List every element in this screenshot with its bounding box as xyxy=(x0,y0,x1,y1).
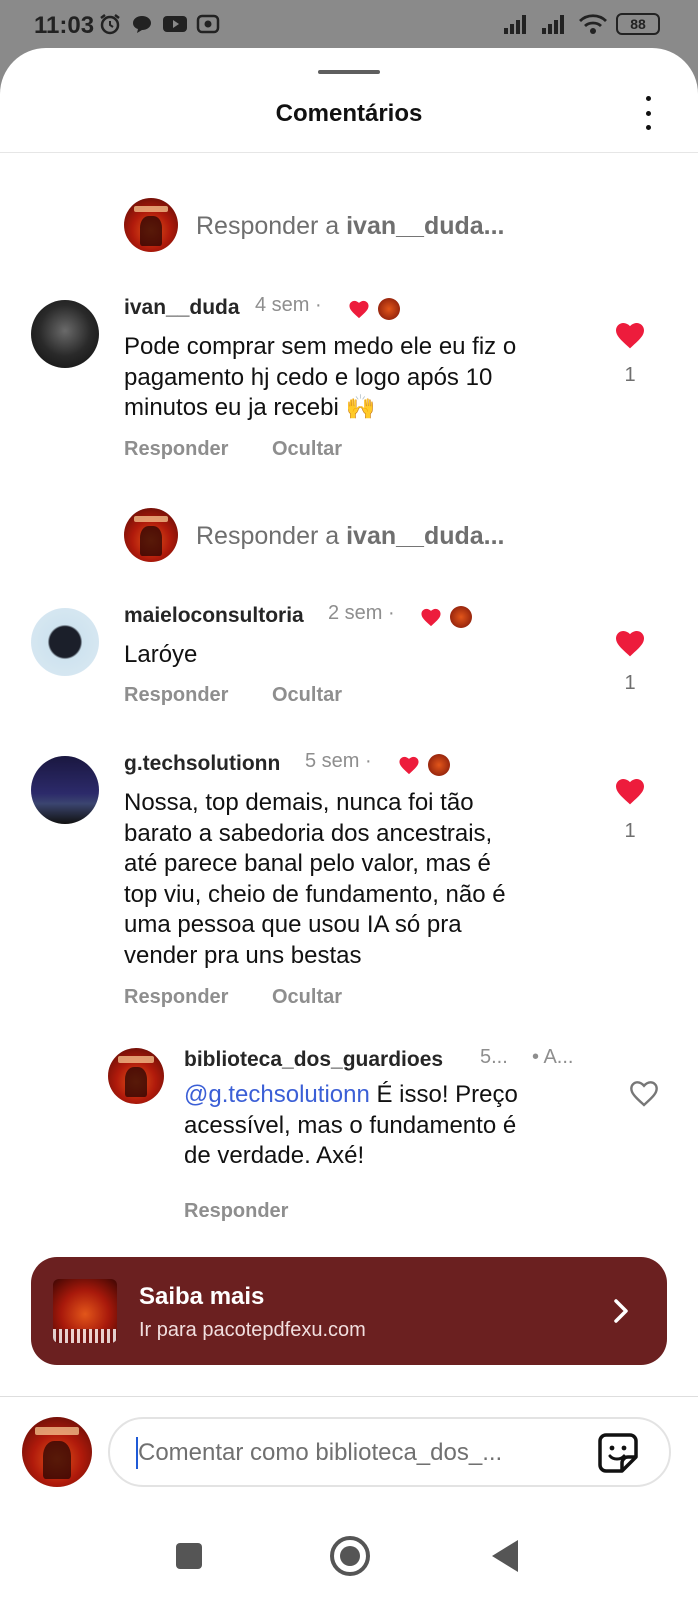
heart-outline-icon[interactable] xyxy=(628,1078,660,1108)
comment-username[interactable]: g.techsolutionn xyxy=(124,752,280,776)
chevron-right-icon xyxy=(614,1299,628,1323)
mention-link[interactable]: @g.techsolutionn xyxy=(184,1081,370,1108)
like-count: 1 xyxy=(624,820,636,842)
more-vertical-icon[interactable] xyxy=(636,96,660,130)
sticker-icon[interactable] xyxy=(596,1431,640,1475)
reply-prompt[interactable]: Responder a ivan__duda... xyxy=(196,212,505,241)
back-button[interactable] xyxy=(492,1540,518,1572)
comment-text-line: Laróye xyxy=(124,641,198,668)
comment-username[interactable]: ivan__duda xyxy=(124,296,240,320)
battery-icon: 88 xyxy=(616,13,660,35)
like-count: 1 xyxy=(624,672,636,694)
header-divider xyxy=(0,152,698,153)
heart-icon[interactable] xyxy=(614,320,646,350)
hide-button[interactable]: Ocultar xyxy=(272,438,342,461)
hide-button[interactable]: Ocultar xyxy=(272,684,342,707)
comment-text: Nossa, top demais, nunca foi tão barato … xyxy=(124,788,506,971)
comment-input[interactable]: Comentar como biblioteca_dos_... xyxy=(108,1417,671,1487)
comment-text: Laróye xyxy=(124,640,197,671)
promo-title: Saiba mais xyxy=(139,1283,265,1310)
reply-username[interactable]: biblioteca_dos_guardioes xyxy=(184,1048,443,1072)
drag-handle[interactable] xyxy=(318,70,380,74)
signal-icon xyxy=(504,15,526,34)
comments-sheet: Comentários Responder a ivan__duda... iv… xyxy=(0,48,698,1600)
reply-button[interactable]: Responder xyxy=(124,684,228,707)
reply-button[interactable]: Responder xyxy=(124,986,228,1009)
promo-thumbnail xyxy=(53,1279,117,1343)
radio-icon xyxy=(196,14,220,34)
comment-text-line: barato a sabedoria dos ancestrais, xyxy=(124,819,493,847)
reply-text-line: acessível, mas o fundamento é xyxy=(184,1111,517,1139)
reply-meta-tail: • A... xyxy=(532,1046,574,1068)
comment-text-line: uma pessoa que usou IA só pra xyxy=(124,911,462,938)
reply-button[interactable]: Responder xyxy=(124,438,228,461)
page-title: Comentários xyxy=(275,100,423,127)
author-liked-heart-icon xyxy=(399,756,419,775)
status-time: 11:03 xyxy=(34,12,95,39)
hide-button[interactable]: Ocultar xyxy=(272,986,342,1009)
author-avatar xyxy=(378,298,400,320)
reply-prompt[interactable]: Responder a ivan__duda... xyxy=(196,522,505,551)
comment-text: Pode comprar sem medo ele eu fiz o pagam… xyxy=(124,332,516,424)
wifi-icon xyxy=(579,14,607,34)
like-count: 1 xyxy=(624,364,636,386)
reply-text-line: de verdade. Axé! xyxy=(184,1142,365,1169)
comment-input-placeholder: Comentar como biblioteca_dos_... xyxy=(138,1439,503,1466)
comment-timestamp: 4 sem · xyxy=(255,294,322,316)
avatar[interactable] xyxy=(31,608,99,676)
reply-prompt-username: ivan__duda... xyxy=(346,522,505,550)
reply-prompt-label: Responder a xyxy=(196,212,347,240)
avatar xyxy=(124,508,178,562)
system-icons: 88 xyxy=(502,12,660,36)
promo-subtitle: Ir para pacotepdfexu.com xyxy=(139,1319,366,1341)
comment-timestamp: 2 sem · xyxy=(328,602,395,624)
heart-icon[interactable] xyxy=(614,628,646,658)
comment-text-line: Nossa, top demais, nunca foi tão xyxy=(124,789,474,816)
author-liked-heart-icon xyxy=(421,608,441,627)
promo-banner[interactable]: Saiba mais Ir para pacotepdfexu.com xyxy=(31,1257,667,1365)
composer-divider xyxy=(0,1396,698,1397)
avatar xyxy=(124,198,178,252)
avatar[interactable] xyxy=(31,300,99,368)
reply-prompt-username: ivan__duda... xyxy=(346,212,505,240)
author-liked-heart-icon xyxy=(349,300,369,319)
reply-timestamp: 5... xyxy=(480,1046,508,1068)
comment-text-line: vender pra uns bestas xyxy=(124,941,362,969)
youtube-icon xyxy=(163,16,187,32)
reply-text-first: É isso! Preço xyxy=(369,1081,518,1108)
author-avatar xyxy=(428,754,450,776)
reply-button[interactable]: Responder xyxy=(184,1200,288,1223)
home-button[interactable] xyxy=(330,1536,370,1576)
author-avatar xyxy=(450,606,472,628)
heart-icon[interactable] xyxy=(614,776,646,806)
avatar[interactable] xyxy=(108,1048,164,1104)
comment-username[interactable]: maieloconsultoria xyxy=(124,604,304,628)
alarm-icon xyxy=(100,14,120,35)
comment-text-line: minutos eu ja recebi 🙌 xyxy=(124,394,376,421)
reply-text-line: @g.techsolutionn É isso! Preço xyxy=(184,1080,518,1111)
avatar[interactable] xyxy=(31,756,99,824)
comment-text-line: pagamento hj cedo e logo após 10 xyxy=(124,363,493,391)
avatar xyxy=(22,1417,92,1487)
comment-text-line: até parece banal pelo valor, mas é xyxy=(124,850,491,877)
recent-apps-button[interactable] xyxy=(176,1543,202,1569)
signal-icon xyxy=(542,15,564,34)
comment-text-line: Pode comprar sem medo ele eu fiz o xyxy=(124,333,517,360)
chat-bubble-icon xyxy=(133,16,151,33)
comment-timestamp: 5 sem · xyxy=(305,750,372,772)
notification-icons xyxy=(98,12,220,36)
reply-prompt-label: Responder a xyxy=(196,522,347,550)
comment-text-line: top viu, cheio de fundamento, não é xyxy=(124,880,506,908)
status-bar: 11:03 88 xyxy=(0,0,698,50)
reply-text: @g.techsolutionn É isso! Preço acessível… xyxy=(184,1080,518,1172)
